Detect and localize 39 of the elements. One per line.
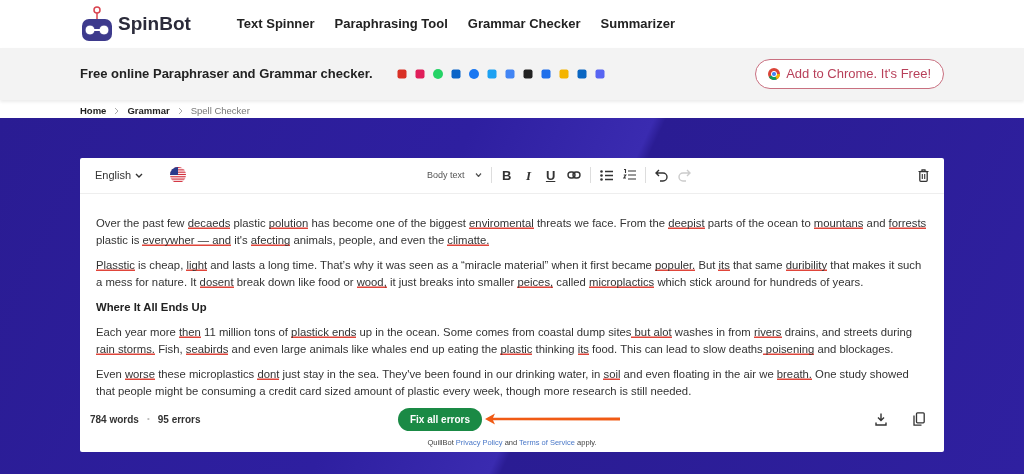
numbered-list-icon (622, 169, 636, 182)
chevron-icon (177, 107, 183, 115)
trash-icon (918, 168, 929, 182)
text-style-dropdown[interactable]: Body text (422, 170, 487, 180)
robot-logo-icon[interactable] (80, 5, 114, 43)
breadcrumb-link[interactable]: Home (80, 103, 107, 119)
undo-icon (654, 168, 668, 182)
word-count: 784 words (90, 412, 139, 427)
section-heading: Where It All Ends Up (96, 299, 208, 315)
underline-button[interactable]: U (539, 168, 562, 182)
breadcrumb-link[interactable]: Grammar (127, 103, 170, 119)
add-to-chrome-button[interactable]: Add to Chrome. It's Free! (755, 59, 944, 89)
copy-icon (913, 412, 925, 427)
error-count: 95 errors (157, 412, 201, 427)
paragraph: Plasstic is cheap, light and lasts a long time. That’s why it was seen as a “miracle material” when it first became populer. But its that same duribility that makes it such a mess for nature. It dosent break down like food or wood, it just breaks into smaller peices, called microplactics which stick around for hundreds of years. (96, 257, 923, 290)
chevron-down-icon (135, 172, 144, 178)
paragraph: Each year more then 11 million tons of plastick ends up in the ocean. Some comes from coastal dump sites but alot washes in from rivers drains, and streets during rain storms. Fish, seabirds and even large animals like whales end up eating the plastic thinking its food. This can lead to slow deaths poisening and blockages. (96, 324, 914, 357)
bold-button[interactable]: B (495, 168, 518, 182)
flag-icon[interactable] (170, 167, 187, 184)
chevron-down-icon (474, 173, 482, 178)
chevron-icon (114, 107, 120, 115)
nav-link[interactable]: Summarizer (600, 14, 675, 34)
paragraph: Even worse these microplastics dont just stay in the sea. They've been found in our drinking water, in soil and even floating in the air we breath. One study showed that people might be consuming a credit card sized amount of plastic every week, though more research is still needed. (96, 366, 910, 399)
separator-dot: • (146, 413, 150, 426)
fix-all-errors-button[interactable]: Fix all errors (398, 407, 482, 431)
link-icon (566, 171, 581, 180)
bullet-list-icon (599, 169, 613, 181)
download-icon (875, 412, 887, 426)
redo-icon (677, 168, 691, 182)
app-icon[interactable] (522, 69, 533, 79)
paragraph: Over the past few decaeds plastic polution has become one of the biggest enviromental threats we face. From the deepist parts of the ocean to mountans and forrests plastic is everywher — and it's afecting animals, people, and even the climatte. (96, 215, 928, 248)
language-dropdown[interactable]: English (90, 169, 149, 181)
brand-name[interactable]: SpinBot (118, 9, 191, 39)
nav-link[interactable]: Text Spinner (236, 14, 315, 34)
italic-button[interactable]: I (517, 168, 540, 182)
tagline: Free online Paraphraser and Grammar checker. (80, 65, 373, 84)
chrome-logo-icon (768, 68, 781, 80)
nav-link[interactable]: Paraphrasing Tool (334, 14, 448, 34)
nav-link[interactable]: Grammar Checker (467, 14, 581, 34)
